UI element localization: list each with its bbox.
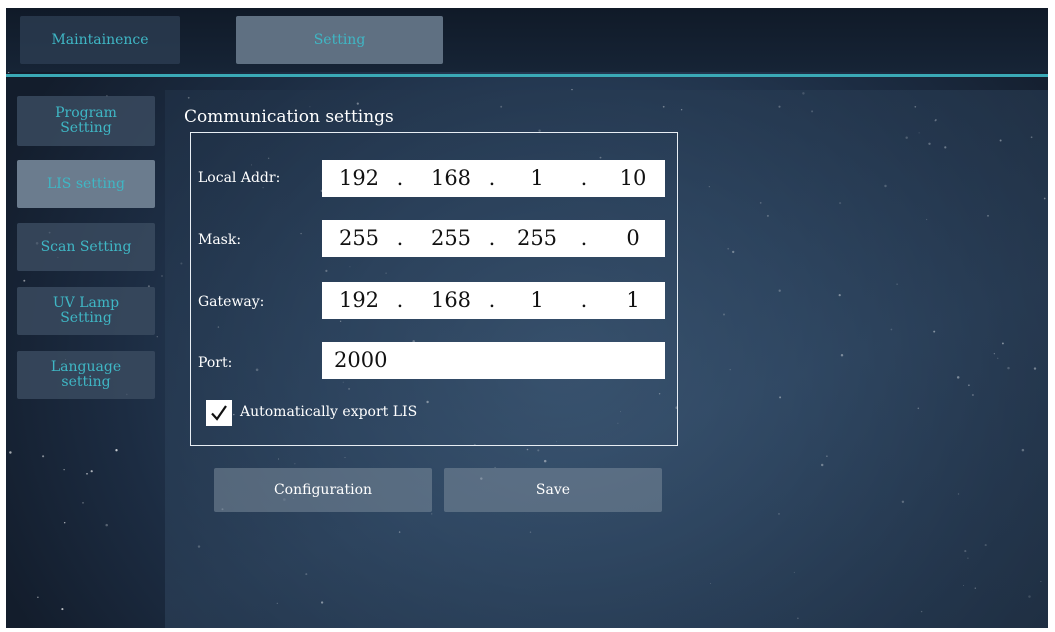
mask-octet-4: 0 bbox=[626, 226, 640, 250]
star bbox=[115, 449, 118, 452]
ip-separator: . bbox=[396, 166, 404, 190]
sidebar-item-lis-setting[interactable]: LIS setting bbox=[17, 160, 155, 208]
gateway-label: Gateway: bbox=[198, 294, 265, 310]
local-addr-label: Local Addr: bbox=[198, 170, 281, 186]
local-addr-octet-4: 10 bbox=[619, 166, 647, 190]
tab-maintainence[interactable]: Maintainence bbox=[20, 16, 180, 64]
mask-octet-2: 255 bbox=[430, 226, 472, 250]
gateway-input[interactable]: 192 . 168 . 1 . 1 bbox=[322, 282, 665, 319]
ip-separator: . bbox=[396, 226, 404, 250]
tab-setting[interactable]: Setting bbox=[236, 16, 443, 64]
sidebar-item-program-setting[interactable]: Program Setting bbox=[17, 96, 155, 146]
gateway-octet-2: 168 bbox=[430, 288, 472, 312]
sidebar-item-uv-lamp-setting[interactable]: UV Lamp Setting bbox=[17, 287, 155, 335]
local-addr-octet-2: 168 bbox=[430, 166, 472, 190]
star bbox=[63, 469, 65, 471]
checkmark-icon bbox=[211, 405, 227, 421]
star bbox=[156, 336, 158, 338]
panel-title: Communication settings bbox=[184, 107, 394, 127]
top-divider bbox=[6, 74, 1048, 77]
mask-input[interactable]: 255 . 255 . 255 . 0 bbox=[322, 220, 665, 257]
star bbox=[37, 596, 39, 598]
local-addr-input[interactable]: 192 . 168 . 1 . 10 bbox=[322, 160, 665, 197]
port-label: Port: bbox=[198, 355, 233, 371]
star bbox=[86, 473, 88, 475]
auto-export-label: Automatically export LIS bbox=[240, 404, 418, 420]
ip-separator: . bbox=[488, 288, 496, 312]
port-input[interactable]: 2000 bbox=[322, 342, 665, 379]
ip-separator: . bbox=[580, 288, 588, 312]
star bbox=[63, 521, 66, 524]
ip-separator: . bbox=[488, 166, 496, 190]
ip-separator: . bbox=[488, 226, 496, 250]
star bbox=[161, 275, 163, 277]
local-addr-octet-3: 1 bbox=[530, 166, 544, 190]
gateway-octet-4: 1 bbox=[626, 288, 640, 312]
sidebar-item-scan-setting[interactable]: Scan Setting bbox=[17, 223, 155, 271]
star bbox=[82, 502, 84, 504]
sidebar-item-language-setting[interactable]: Language setting bbox=[17, 351, 155, 399]
star bbox=[42, 455, 45, 458]
mask-label: Mask: bbox=[198, 232, 242, 248]
mask-octet-1: 255 bbox=[338, 226, 380, 250]
save-button[interactable]: Save bbox=[444, 468, 662, 512]
gateway-octet-3: 1 bbox=[530, 288, 544, 312]
star bbox=[61, 608, 64, 611]
configuration-button[interactable]: Configuration bbox=[214, 468, 432, 512]
star bbox=[90, 470, 93, 473]
gateway-octet-1: 192 bbox=[338, 288, 380, 312]
ip-separator: . bbox=[580, 166, 588, 190]
star bbox=[23, 279, 26, 282]
mask-octet-3: 255 bbox=[516, 226, 558, 250]
ip-separator: . bbox=[396, 288, 404, 312]
auto-export-checkbox[interactable] bbox=[206, 400, 232, 426]
local-addr-octet-1: 192 bbox=[338, 166, 380, 190]
ip-separator: . bbox=[580, 226, 588, 250]
star bbox=[9, 451, 12, 454]
port-value: 2000 bbox=[334, 348, 388, 372]
star bbox=[105, 523, 108, 527]
